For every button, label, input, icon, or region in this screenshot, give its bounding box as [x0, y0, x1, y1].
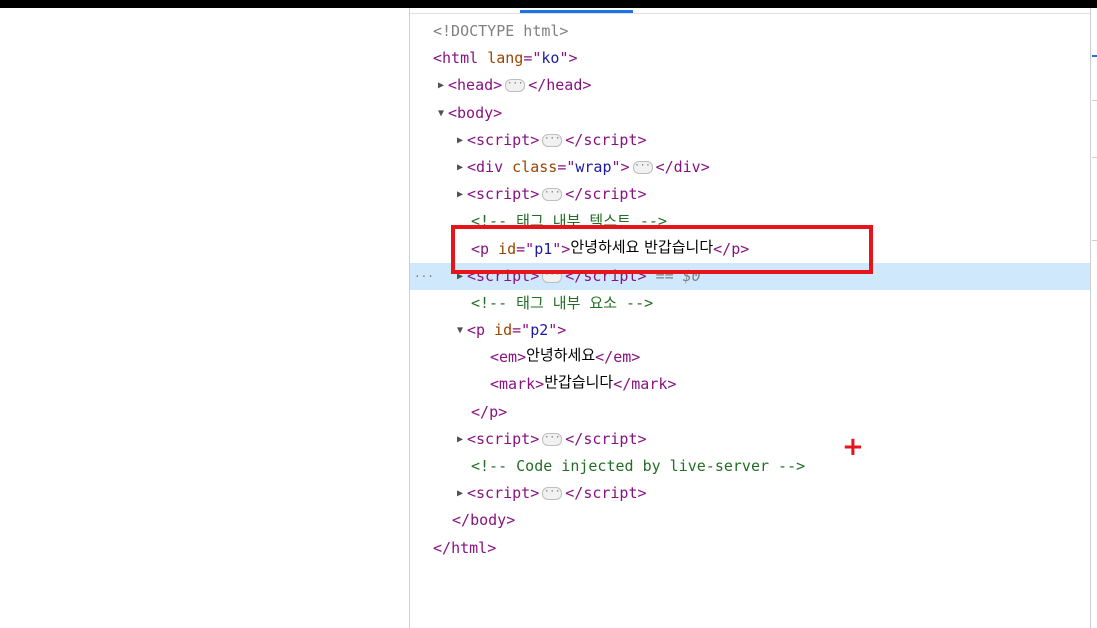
tag-name: head: [457, 76, 494, 95]
top-window-bar: [0, 0, 1097, 8]
comment-text: <!-- Code injected by live-server -->: [471, 457, 806, 475]
attr-name: lang: [487, 49, 524, 68]
ellipsis-icon[interactable]: ···: [632, 160, 653, 174]
expand-triangle-icon[interactable]: ▶: [457, 181, 467, 208]
side-panel-divider: [1092, 240, 1097, 241]
tree-row-script[interactable]: ▶ <script> ··· </script>: [410, 181, 1090, 208]
tag-name: body: [457, 103, 494, 122]
tag-name: html: [442, 49, 479, 68]
expand-triangle-icon[interactable]: ▶: [457, 426, 467, 453]
tree-row-close-body[interactable]: </body>: [410, 507, 1090, 534]
ellipsis-icon[interactable]: ···: [542, 487, 563, 501]
panel-right-border: [1090, 8, 1091, 628]
tree-row-close-html[interactable]: </html>: [410, 535, 1090, 562]
expand-triangle-icon[interactable]: ▶: [438, 72, 448, 99]
tree-row-close-p[interactable]: </p>: [410, 399, 1090, 426]
tree-row-doctype[interactable]: <!DOCTYPE html>: [410, 18, 1090, 45]
text-node: 안녕하세요: [526, 346, 596, 365]
collapse-triangle-icon[interactable]: ▼: [438, 100, 448, 127]
plus-annotation-icon: +: [842, 432, 864, 462]
tree-row-script[interactable]: ▶ <script> ··· </script>: [410, 480, 1090, 507]
text-node: 반갑습니다: [544, 373, 614, 392]
ellipsis-icon[interactable]: ···: [542, 133, 563, 147]
tree-row-em[interactable]: <em>안녕하세요</em>: [410, 344, 1090, 371]
tree-row-head[interactable]: ▶ <head> ··· </head>: [410, 72, 1090, 99]
ellipsis-icon[interactable]: ···: [505, 79, 526, 93]
tree-row-mark[interactable]: <mark>반갑습니다</mark>: [410, 371, 1090, 398]
expand-triangle-icon[interactable]: ▶: [457, 154, 467, 181]
collapse-triangle-icon[interactable]: ▼: [457, 317, 467, 344]
side-panel-tab-accent[interactable]: [1092, 55, 1097, 57]
tree-row-comment[interactable]: <!-- 태그 내부 요소 -->: [410, 290, 1090, 317]
red-highlight-box: [451, 225, 873, 274]
expand-triangle-icon[interactable]: ▶: [457, 480, 467, 507]
elements-tree: <!DOCTYPE html> <html lang="ko"> ▶ <head>…: [410, 18, 1090, 562]
tree-row-comment[interactable]: <!-- Code injected by live-server -->: [410, 453, 1090, 480]
doctype-text: <!DOCTYPE html>: [433, 22, 569, 40]
expand-triangle-icon[interactable]: ▶: [457, 127, 467, 154]
tree-row-script[interactable]: ▶ <script> ··· </script>: [410, 127, 1090, 154]
comment-text: <!-- 태그 내부 요소 -->: [471, 293, 654, 312]
ellipsis-icon[interactable]: ···: [542, 188, 563, 202]
side-panel-divider: [1092, 157, 1097, 158]
tree-row-p2[interactable]: ▼ <p id="p2">: [410, 317, 1090, 344]
side-panel-divider: [1092, 100, 1097, 101]
tree-row-html[interactable]: <html lang="ko">: [410, 45, 1090, 72]
tree-row-script[interactable]: ▶ <script> ··· </script>: [410, 426, 1090, 453]
attr-value: ko: [541, 49, 560, 68]
tabstrip-divider: [410, 13, 1090, 14]
ellipsis-icon[interactable]: ···: [542, 432, 563, 446]
tree-row-body[interactable]: ▼ <body>: [410, 100, 1090, 127]
row-menu-dots-icon[interactable]: ···: [414, 263, 434, 290]
tree-row-div-wrap[interactable]: ▶ <div class="wrap"> ··· </div>: [410, 154, 1090, 181]
